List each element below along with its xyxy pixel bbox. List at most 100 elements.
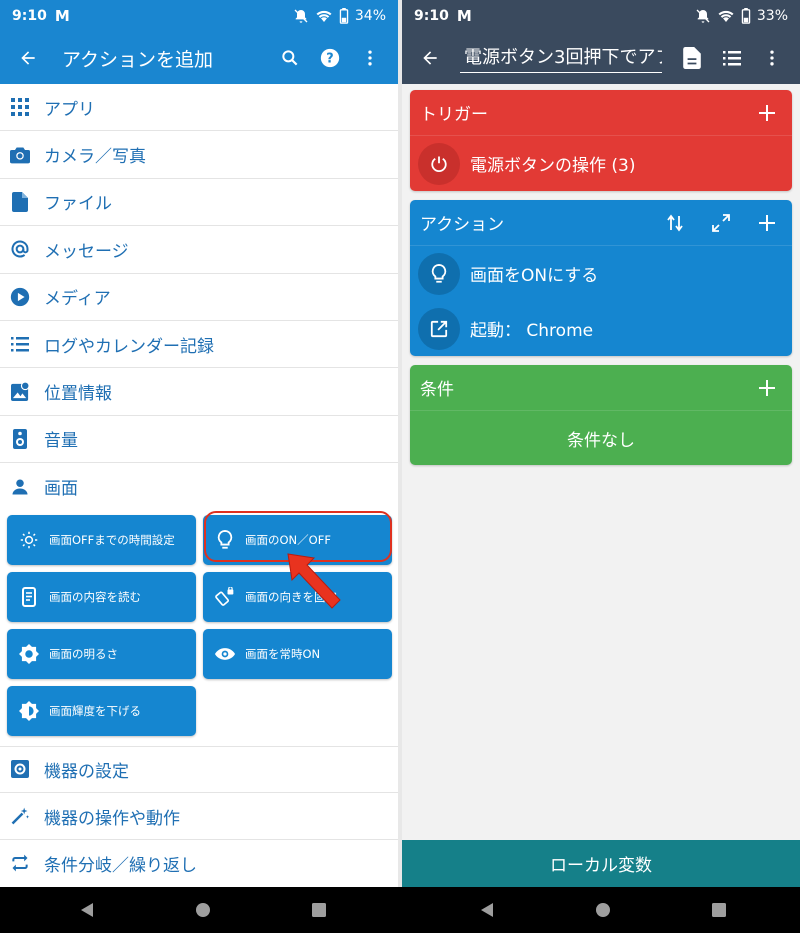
wifi-icon bbox=[315, 8, 333, 24]
category-log[interactable]: ログやカレンダー記録 bbox=[0, 321, 398, 369]
button-label: 画面を常時ON bbox=[245, 646, 321, 661]
screen-timeout-button[interactable]: 画面OFFまでの時間設定 bbox=[7, 514, 196, 565]
camera-icon bbox=[10, 145, 30, 165]
button-label: 画面OFFまでの時間設定 bbox=[49, 532, 175, 547]
button-label: 画面輝度を下げる bbox=[49, 703, 141, 718]
plus-icon bbox=[759, 104, 775, 121]
trigger-title: トリガー bbox=[420, 105, 488, 125]
brightness-icon bbox=[19, 530, 39, 550]
back-button[interactable] bbox=[410, 38, 450, 78]
nav-recents-icon[interactable] bbox=[310, 902, 328, 918]
category-location[interactable]: 位置情報 bbox=[0, 368, 398, 416]
category-screen[interactable]: 画面 bbox=[0, 463, 398, 510]
add-trigger-button[interactable] bbox=[750, 96, 784, 130]
read-screen-button[interactable]: 画面の内容を読む bbox=[7, 571, 196, 622]
local-variables-button[interactable]: ローカル変数 bbox=[402, 840, 800, 887]
app-bar: アクションを追加 ? bbox=[0, 32, 398, 84]
battery-level: 33% bbox=[756, 8, 788, 24]
reorder-button[interactable] bbox=[658, 206, 692, 240]
map-icon bbox=[10, 382, 30, 402]
search-button[interactable] bbox=[270, 38, 310, 78]
file-icon bbox=[10, 191, 30, 212]
category-label: 位置情報 bbox=[44, 384, 112, 405]
category-volume[interactable]: 音量 bbox=[0, 416, 398, 464]
plus-icon bbox=[759, 214, 775, 231]
button-label: 画面のON／OFF bbox=[245, 532, 331, 547]
description-button[interactable] bbox=[672, 38, 712, 78]
help-icon: ? bbox=[320, 48, 340, 68]
back-button[interactable] bbox=[8, 38, 48, 78]
wifi-icon bbox=[717, 8, 735, 24]
status-time: 9:10 bbox=[12, 8, 47, 24]
orientation-lock-button[interactable]: 画面の向きを固定 bbox=[203, 571, 392, 622]
category-list: アプリ カメラ／写真 ファイル メッセージ メディア ログやカレンダー記録 位置… bbox=[0, 84, 398, 887]
more-vert-icon bbox=[770, 50, 774, 66]
power-icon bbox=[418, 142, 460, 185]
dim-screen-button[interactable]: 画面輝度を下げる bbox=[7, 685, 196, 736]
brightness-button[interactable]: 画面の明るさ bbox=[7, 628, 196, 679]
add-action-screen: 9:10 M 34% アクションを追加 ? アプリ カメラ／写真 ファイル メッ… bbox=[0, 0, 398, 887]
condition-card: 条件 条件なし bbox=[410, 365, 792, 465]
keep-screen-on-button[interactable]: 画面を常時ON bbox=[203, 628, 392, 679]
system-nav-bar bbox=[0, 887, 800, 933]
battery-level: 34% bbox=[354, 8, 386, 24]
action-item-launch-chrome[interactable]: 起動： Chrome bbox=[410, 301, 792, 356]
add-condition-button[interactable] bbox=[750, 371, 784, 405]
person-icon bbox=[10, 477, 30, 497]
plus-icon bbox=[759, 379, 775, 396]
list-icon bbox=[723, 51, 741, 66]
page-title: アクションを追加 bbox=[62, 48, 214, 71]
nav-recents-icon[interactable] bbox=[710, 902, 728, 918]
category-device-settings[interactable]: 機器の設定 bbox=[0, 745, 398, 793]
category-label: 機器の設定 bbox=[44, 761, 129, 782]
add-action-button[interactable] bbox=[750, 206, 784, 240]
overflow-menu-button[interactable] bbox=[752, 38, 792, 78]
category-conditions-loops[interactable]: 条件分岐／繰り返し bbox=[0, 840, 398, 887]
no-conditions-text: 条件なし bbox=[567, 430, 635, 451]
back-arrow-icon bbox=[21, 51, 35, 65]
category-apps[interactable]: アプリ bbox=[0, 84, 398, 132]
battery-icon bbox=[339, 8, 349, 24]
screen-on-off-button[interactable]: 画面のON／OFF bbox=[203, 514, 392, 565]
category-label: メディア bbox=[44, 289, 111, 310]
eye-icon bbox=[215, 644, 235, 664]
trigger-item[interactable]: 電源ボタンの操作 (3) bbox=[410, 136, 792, 191]
category-camera[interactable]: カメラ／写真 bbox=[0, 131, 398, 179]
play-icon bbox=[10, 287, 30, 307]
brightness-high-icon bbox=[19, 643, 39, 664]
list-icon bbox=[10, 334, 30, 354]
condition-title: 条件 bbox=[420, 380, 454, 400]
speaker-icon bbox=[10, 428, 30, 449]
condition-header: 条件 bbox=[410, 365, 792, 411]
nav-back-icon[interactable] bbox=[478, 902, 496, 918]
app-bar: 電源ボタン3回押下でアプリ bbox=[402, 32, 800, 84]
settings-icon bbox=[10, 759, 30, 779]
macro-name-field[interactable]: 電源ボタン3回押下でアプリ bbox=[460, 43, 662, 73]
category-file[interactable]: ファイル bbox=[0, 179, 398, 227]
category-label: ログやカレンダー記録 bbox=[44, 336, 214, 357]
category-message[interactable]: メッセージ bbox=[0, 226, 398, 274]
at-icon bbox=[10, 239, 30, 259]
mute-icon bbox=[695, 8, 711, 24]
category-label: メッセージ bbox=[44, 241, 129, 262]
category-label: アプリ bbox=[44, 99, 95, 120]
category-device-actions[interactable]: 機器の操作や動作 bbox=[0, 793, 398, 841]
action-item-screen-on[interactable]: 画面をONにする bbox=[410, 246, 792, 301]
battery-icon bbox=[741, 8, 751, 24]
swap-vert-icon bbox=[667, 214, 683, 231]
status-bar: 9:10 M 33% bbox=[402, 0, 800, 32]
button-label: 画面の内容を読む bbox=[49, 589, 141, 604]
action-item-label: 起動： Chrome bbox=[470, 321, 594, 341]
help-button[interactable]: ? bbox=[310, 38, 350, 78]
nav-back-icon[interactable] bbox=[78, 902, 96, 918]
nav-home-icon[interactable] bbox=[594, 902, 612, 918]
list-view-button[interactable] bbox=[712, 38, 752, 78]
category-media[interactable]: メディア bbox=[0, 274, 398, 321]
expand-button[interactable] bbox=[704, 206, 738, 240]
expand-icon bbox=[712, 213, 730, 232]
nav-home-icon[interactable] bbox=[194, 902, 212, 918]
back-arrow-icon bbox=[423, 51, 437, 65]
overflow-menu-button[interactable] bbox=[350, 38, 390, 78]
trigger-header: トリガー bbox=[410, 90, 792, 136]
grid-icon bbox=[10, 97, 30, 117]
